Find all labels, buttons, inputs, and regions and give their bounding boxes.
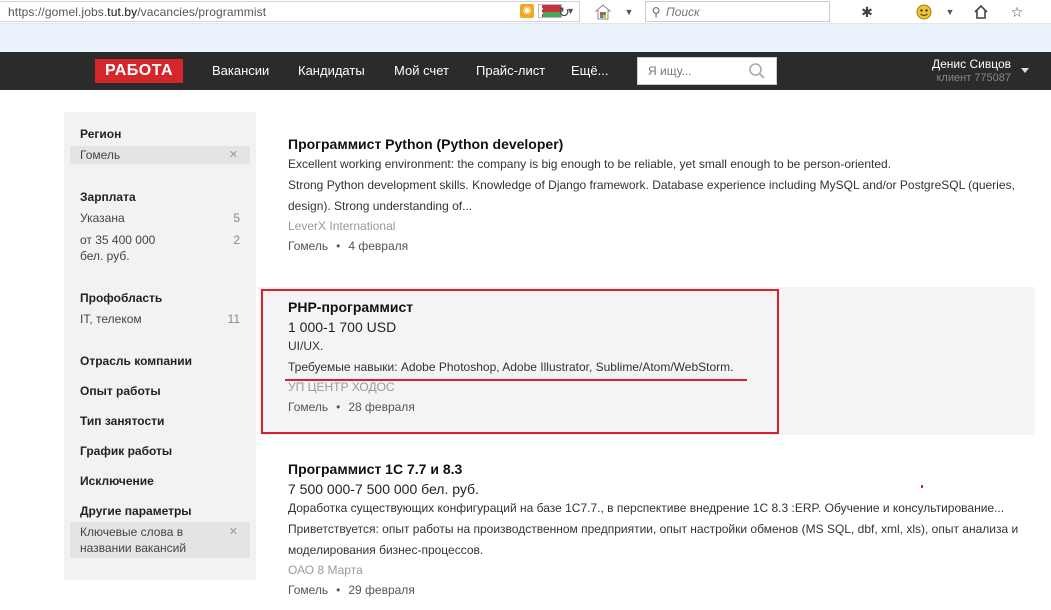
vacancy-company[interactable]: ОАО 8 Марта xyxy=(288,563,1038,577)
vacancy-company[interactable]: LeverX International xyxy=(288,219,1038,233)
filter-option[interactable]: IT, телеком 11 xyxy=(80,311,240,327)
chevron-down-icon[interactable]: ▼ xyxy=(939,2,961,22)
nav-vacancies[interactable]: Вакансии xyxy=(212,63,269,78)
vacancy-date: 29 февраля xyxy=(348,583,415,597)
filter-count: 2 xyxy=(233,233,240,247)
filter-industry-title[interactable]: Отрасль компании xyxy=(80,354,192,368)
filter-count: 5 xyxy=(233,211,240,225)
filter-option[interactable]: Указана 5 xyxy=(80,210,240,226)
vacancy-snippet: Excellent working environment: the compa… xyxy=(288,157,892,171)
reload-icon[interactable]: ↻ xyxy=(553,2,575,22)
filter-experience-title[interactable]: Опыт работы xyxy=(80,384,161,398)
user-menu[interactable]: Денис Сивцов клиент 775087 xyxy=(932,57,1011,84)
filter-other-title[interactable]: Другие параметры xyxy=(80,504,192,518)
annotation-highlight-box xyxy=(261,289,779,434)
vacancy-title[interactable]: Программист 1С 7.7 и 8.3 xyxy=(288,461,1038,477)
annotation-underline xyxy=(285,379,747,381)
nav-more[interactable]: Ещё... xyxy=(571,63,608,78)
filter-salary-title[interactable]: Зарплата xyxy=(80,190,136,204)
toolbar-spacer xyxy=(0,24,1051,52)
filter-employment-title[interactable]: Тип занятости xyxy=(80,414,164,428)
url-text[interactable]: https://gomel.jobs.tut.by/vacancies/prog… xyxy=(0,5,266,19)
chevron-down-icon[interactable] xyxy=(1021,68,1029,73)
vacancy-meta: Гомель • 29 февраля xyxy=(288,583,415,597)
close-icon[interactable]: ✕ xyxy=(229,524,238,540)
close-icon[interactable]: ✕ xyxy=(229,148,238,161)
annotation-mark xyxy=(921,485,923,488)
logo[interactable]: РАБОТА xyxy=(95,59,183,83)
vacancy-date: 4 февраля xyxy=(348,239,409,253)
apps-icon[interactable] xyxy=(592,2,614,22)
vacancy-meta: Гомель • 4 февраля xyxy=(288,239,409,253)
filter-tag-label: Ключевые слова в названии ваканcий xyxy=(80,525,187,555)
filter-region-title[interactable]: Регион xyxy=(80,127,121,141)
user-client-id: клиент 775087 xyxy=(936,72,1012,84)
chevron-down-icon[interactable]: ▼ xyxy=(618,2,640,22)
smiley-icon[interactable] xyxy=(913,2,935,22)
vacancy-snippet: Доработка существующих конфигураций на б… xyxy=(288,501,1005,515)
nav-price-list[interactable]: Прайс-лист xyxy=(476,63,545,78)
site-search-input[interactable] xyxy=(638,64,748,78)
address-bar[interactable]: https://gomel.jobs.tut.by/vacancies/prog… xyxy=(0,1,580,22)
home-icon[interactable] xyxy=(970,2,992,22)
nav-my-account[interactable]: Мой счет xyxy=(394,63,449,78)
filter-exclude-title[interactable]: Исключение xyxy=(80,474,154,488)
filter-schedule-title[interactable]: График работы xyxy=(80,444,172,458)
bug-icon[interactable]: ✱ xyxy=(856,2,878,22)
vacancy-city: Гомель xyxy=(288,239,329,253)
star-icon[interactable]: ☆ xyxy=(1006,2,1028,22)
vacancy-snippet: Приветствуется: опыт работы на производс… xyxy=(288,522,1019,557)
filters-sidebar: Регион Гомель ✕ Зарплата Указана 5 от 35… xyxy=(64,112,256,580)
site-nav: РАБОТА Вакансии Кандидаты Мой счет Прайс… xyxy=(0,52,1051,90)
browser-search-input[interactable] xyxy=(666,4,816,19)
user-name[interactable]: Денис Сивцов xyxy=(932,57,1011,71)
filter-option[interactable]: от 35 400 000 бел. руб. 2 xyxy=(80,232,240,264)
search-icon: ⚲ xyxy=(651,4,661,19)
browser-search[interactable]: ⚲ xyxy=(645,1,830,22)
vacancy-city: Гомель xyxy=(288,583,329,597)
rss-icon[interactable]: ◉ xyxy=(520,4,535,18)
vacancy-card: Программист Python (Python developer) Ex… xyxy=(288,136,1038,253)
browser-toolbar: https://gomel.jobs.tut.by/vacancies/prog… xyxy=(0,0,1051,24)
vacancy-snippet: Strong Python development skills. Knowle… xyxy=(288,178,1015,213)
vacancy-card: Программист 1С 7.7 и 8.3 7 500 000-7 500… xyxy=(288,461,1038,597)
filter-profarea-title[interactable]: Профобласть xyxy=(80,291,162,305)
nav-candidates[interactable]: Кандидаты xyxy=(298,63,365,78)
filter-count: 11 xyxy=(227,312,240,326)
filter-tag-keywords[interactable]: Ключевые слова в названии ваканcий ✕ xyxy=(70,522,250,558)
vacancy-salary: 7 500 000-7 500 000 бел. руб. xyxy=(288,481,479,497)
site-search[interactable] xyxy=(637,57,777,85)
filter-tag-region[interactable]: Гомель ✕ xyxy=(70,146,250,164)
search-icon[interactable] xyxy=(748,62,766,80)
filter-tag-label: Гомель xyxy=(80,148,121,162)
vacancy-title[interactable]: Программист Python (Python developer) xyxy=(288,136,1038,152)
